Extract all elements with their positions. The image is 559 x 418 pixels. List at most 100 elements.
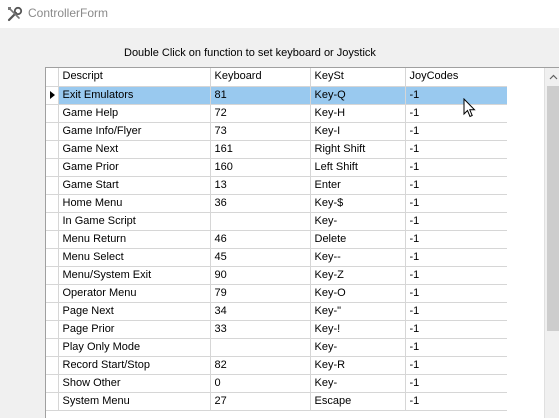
cell-keyboard[interactable]: 36 [210,194,311,213]
row-header[interactable] [46,248,59,267]
controller-grid[interactable]: Descript Keyboard KeySt JoyCodes Exit Em… [45,67,559,418]
cell-joycodes[interactable]: -1 [405,194,508,213]
row-header[interactable] [46,104,59,123]
column-header-joycodes[interactable]: JoyCodes [405,68,508,87]
table-row[interactable]: Game Next 161 Right Shift -1 [46,140,508,159]
row-header[interactable] [46,266,59,285]
cell-joycodes[interactable]: -1 [405,176,508,195]
column-header-keyst[interactable]: KeySt [310,68,406,87]
cell-keyboard[interactable]: 46 [210,230,311,249]
cell-keyst[interactable]: Key- [310,212,406,231]
row-header[interactable] [46,356,59,375]
table-row[interactable]: Game Start 13 Enter -1 [46,176,508,195]
cell-keyboard[interactable]: 160 [210,158,311,177]
cell-joycodes[interactable]: -1 [405,248,508,267]
cell-keyst[interactable]: Key-" [310,302,406,321]
cell-joycodes[interactable]: -1 [405,230,508,249]
cell-keyboard[interactable] [210,338,311,357]
table-row[interactable]: System Menu 27 Escape -1 [46,392,508,411]
cell-keyst[interactable]: Key-R [310,356,406,375]
cell-keyboard[interactable]: 33 [210,320,311,339]
title-bar[interactable]: ControllerForm [0,0,559,28]
cell-keyboard[interactable]: 34 [210,302,311,321]
cell-joycodes[interactable]: -1 [405,122,508,141]
table-row[interactable]: Menu Return 46 Delete -1 [46,230,508,249]
cell-descript[interactable]: Menu Return [58,230,211,249]
cell-keyboard[interactable]: 82 [210,356,311,375]
cell-keyst[interactable]: Key- [310,338,406,357]
cell-keyboard[interactable]: 79 [210,284,311,303]
table-row[interactable]: Game Info/Flyer 73 Key-I -1 [46,122,508,141]
cell-descript[interactable]: Play Only Mode [58,338,211,357]
cell-keyst[interactable]: Key-! [310,320,406,339]
cell-descript[interactable]: Show Other [58,374,211,393]
cell-keyst[interactable]: Key-$ [310,194,406,213]
cell-keyboard[interactable]: 81 [210,86,311,105]
cell-descript[interactable]: Game Next [58,140,211,159]
cell-descript[interactable]: Exit Emulators [58,86,211,105]
cell-descript[interactable]: Home Menu [58,194,211,213]
cell-keyst[interactable]: Key-I [310,122,406,141]
scroll-thumb[interactable] [547,86,559,331]
table-row[interactable]: Home Menu 36 Key-$ -1 [46,194,508,213]
table-row[interactable]: Operator Menu 79 Key-O -1 [46,284,508,303]
cell-joycodes[interactable]: -1 [405,320,508,339]
row-header[interactable] [46,302,59,321]
cell-joycodes[interactable]: -1 [405,158,508,177]
cell-keyboard[interactable]: 90 [210,266,311,285]
table-row[interactable]: Menu Select 45 Key-- -1 [46,248,508,267]
cell-keyst[interactable]: Right Shift [310,140,406,159]
cell-joycodes[interactable]: -1 [405,266,508,285]
row-header[interactable] [46,140,59,159]
cell-descript[interactable]: Menu Select [58,248,211,267]
cell-descript[interactable]: Page Prior [58,320,211,339]
cell-joycodes[interactable]: -1 [405,86,508,105]
cell-descript[interactable]: System Menu [58,392,211,411]
table-row[interactable]: Game Help 72 Key-H -1 [46,104,508,123]
column-header-keyboard[interactable]: Keyboard [210,68,311,87]
table-row[interactable]: In Game Script Key- -1 [46,212,508,231]
row-header[interactable] [46,122,59,141]
cell-descript[interactable]: Game Help [58,104,211,123]
table-row[interactable]: Page Next 34 Key-" -1 [46,302,508,321]
cell-keyboard[interactable]: 72 [210,104,311,123]
cell-descript[interactable]: Operator Menu [58,284,211,303]
cell-keyst[interactable]: Enter [310,176,406,195]
cell-keyst[interactable]: Key- [310,374,406,393]
row-header[interactable] [46,320,59,339]
column-header-descript[interactable]: Descript [58,68,211,87]
row-header[interactable] [46,230,59,249]
row-header[interactable] [46,194,59,213]
cell-keyst[interactable]: Key-- [310,248,406,267]
cell-descript[interactable]: Game Start [58,176,211,195]
cell-descript[interactable]: Page Next [58,302,211,321]
row-header[interactable] [46,176,59,195]
cell-descript[interactable]: Record Start/Stop [58,356,211,375]
cell-descript[interactable]: Game Prior [58,158,211,177]
row-header[interactable] [46,338,59,357]
cell-keyst[interactable]: Key-Z [310,266,406,285]
vertical-scrollbar[interactable] [544,68,559,418]
cell-joycodes[interactable]: -1 [405,374,508,393]
row-header[interactable] [46,212,59,231]
cell-keyboard[interactable]: 27 [210,392,311,411]
table-row[interactable]: Play Only Mode Key- -1 [46,338,508,357]
cell-joycodes[interactable]: -1 [405,302,508,321]
cell-descript[interactable]: In Game Script [58,212,211,231]
scroll-up-button[interactable] [545,68,559,85]
table-row[interactable]: Menu/System Exit 90 Key-Z -1 [46,266,508,285]
cell-keyboard[interactable]: 13 [210,176,311,195]
cell-keyboard[interactable]: 0 [210,374,311,393]
cell-descript[interactable]: Menu/System Exit [58,266,211,285]
table-row[interactable]: Page Prior 33 Key-! -1 [46,320,508,339]
row-header[interactable] [46,392,59,411]
row-header[interactable] [46,158,59,177]
cell-keyboard[interactable]: 45 [210,248,311,267]
cell-keyst[interactable]: Escape [310,392,406,411]
cell-joycodes[interactable]: -1 [405,140,508,159]
cell-keyboard[interactable]: 73 [210,122,311,141]
table-row[interactable]: Show Other 0 Key- -1 [46,374,508,393]
cell-keyst[interactable]: Left Shift [310,158,406,177]
cell-joycodes[interactable]: -1 [405,338,508,357]
row-header[interactable] [46,374,59,393]
